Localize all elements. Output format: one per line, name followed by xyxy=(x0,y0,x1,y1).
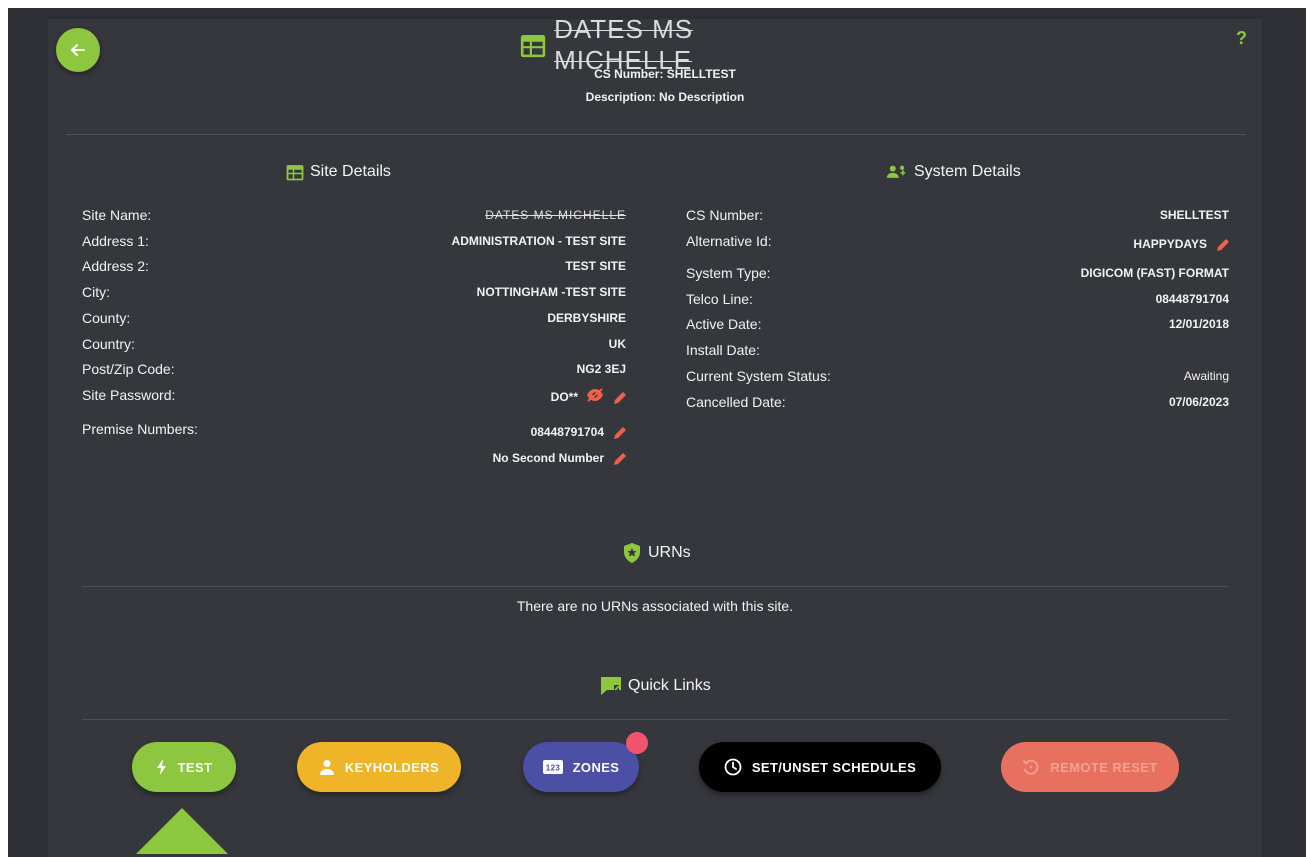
test-button[interactable]: TEST xyxy=(132,742,236,792)
description-subtitle: Description: No Description xyxy=(585,90,745,104)
shield-star-icon xyxy=(624,543,640,563)
eye-off-icon[interactable] xyxy=(586,388,604,405)
lightning-icon xyxy=(156,759,166,775)
site-detail-label: Address 2: xyxy=(82,258,149,274)
system-detail-value-text: HAPPYDAYS xyxy=(1133,237,1207,251)
system-detail-value: 08448791704 xyxy=(930,292,1229,306)
edit-pencil-icon[interactable] xyxy=(612,425,626,439)
site-detail-value-text: UK xyxy=(608,337,626,351)
schedules-button-label: SET/UNSET SCHEDULES xyxy=(751,759,917,775)
clock-icon xyxy=(724,758,742,776)
system-detail-value: 07/06/2023 xyxy=(930,395,1229,409)
site-detail-value-text: TEST SITE xyxy=(565,259,626,273)
quick-links-label: Quick Links xyxy=(628,677,711,694)
system-detail-value-text: 12/01/2018 xyxy=(1168,317,1229,331)
page-title: DATES MS MICHELLE xyxy=(520,14,820,75)
site-detail-value: 08448791704 xyxy=(330,425,626,439)
site-detail-label: Post/Zip Code: xyxy=(82,361,175,377)
site-detail-label: City: xyxy=(82,284,110,300)
test-button-label: TEST xyxy=(177,759,213,775)
system-details-label: System Details xyxy=(914,163,1021,180)
system-detail-value: Awaiting xyxy=(930,369,1229,383)
system-detail-label: Telco Line: xyxy=(686,291,753,307)
edit-pencil-icon[interactable] xyxy=(1215,237,1229,251)
site-detail-value: NG2 3EJ xyxy=(330,362,626,376)
site-detail-value: DERBYSHIRE xyxy=(330,311,626,325)
zones-button-label: ZONES xyxy=(572,759,620,775)
site-detail-value-text: NG2 3EJ xyxy=(576,362,626,376)
site-detail-value: DATES MS MICHELLE xyxy=(330,208,626,222)
site-detail-value: TEST SITE xyxy=(330,259,626,273)
second-number-value: No Second Number xyxy=(330,451,626,465)
second-number-text: No Second Number xyxy=(492,451,604,465)
system-detail-label: System Type: xyxy=(686,265,771,281)
site-detail-label: County: xyxy=(82,310,131,326)
keyholders-button-label: KEYHOLDERS xyxy=(344,759,440,775)
site-detail-value: DO** xyxy=(330,388,626,405)
site-detail-label: Site Name: xyxy=(82,207,152,223)
site-detail-value: ADMINISTRATION - TEST SITE xyxy=(330,234,626,248)
back-button[interactable] xyxy=(56,28,100,72)
system-detail-value-text: SHELLTEST xyxy=(1159,208,1229,222)
site-details-label: Site Details xyxy=(310,163,391,180)
site-detail-value: UK xyxy=(330,337,626,351)
site-details-heading: Site Details xyxy=(286,163,391,181)
system-detail-value-text: 08448791704 xyxy=(1155,292,1229,306)
arrow-left-icon xyxy=(71,44,85,56)
calendar-table-icon xyxy=(520,34,546,58)
cs-number-subtitle: CS Number: SHELLTEST xyxy=(594,67,736,81)
site-card xyxy=(48,19,1262,857)
edit-pencil-icon[interactable] xyxy=(612,451,626,465)
system-detail-value: HAPPYDAYS xyxy=(930,237,1229,251)
system-detail-label: CS Number: xyxy=(686,207,764,223)
quick-links-heading: Quick Links xyxy=(600,676,711,696)
system-detail-value-text: Awaiting xyxy=(1183,369,1229,383)
system-detail-value: 12/01/2018 xyxy=(930,317,1229,331)
site-detail-value-text: DERBYSHIRE xyxy=(547,311,626,325)
svg-text:123: 123 xyxy=(545,764,560,773)
edit-pencil-icon[interactable] xyxy=(612,390,626,404)
system-details-heading: System Details xyxy=(886,163,1021,181)
reset-icon xyxy=(1023,759,1039,775)
set-unset-schedules-button[interactable]: SET/UNSET SCHEDULES xyxy=(699,742,941,792)
site-detail-value: NOTTINGHAM -TEST SITE xyxy=(330,285,626,299)
site-detail-label: Site Password: xyxy=(82,387,176,403)
chat-link-icon xyxy=(601,677,621,695)
system-detail-value: SHELLTEST xyxy=(930,208,1229,222)
site-detail-value-text: NOTTINGHAM -TEST SITE xyxy=(476,285,626,299)
site-detail-value-text: ADMINISTRATION - TEST SITE xyxy=(451,234,626,248)
no-urns-message: There are no URNs associated with this s… xyxy=(516,598,794,614)
site-detail-label: Country: xyxy=(82,336,135,352)
system-detail-value-text: DIGICOM (FAST) FORMAT xyxy=(1080,266,1229,280)
quick-links-divider xyxy=(82,719,1229,720)
site-detail-value-text: 08448791704 xyxy=(530,425,604,439)
urns-heading: URNs xyxy=(622,542,691,564)
system-detail-value-text: 07/06/2023 xyxy=(1168,395,1229,409)
system-detail-value: DIGICOM (FAST) FORMAT xyxy=(930,266,1229,280)
calendar-table-icon xyxy=(286,165,304,181)
system-detail-label: Active Date: xyxy=(686,316,762,332)
help-icon[interactable]: ? xyxy=(1236,28,1247,49)
system-detail-label: Current System Status: xyxy=(686,368,831,384)
person-icon xyxy=(319,760,334,775)
zones-button[interactable]: 123 ZONES xyxy=(523,742,639,792)
highlight-arrow xyxy=(136,808,228,854)
remote-reset-button-label: REMOTE RESET xyxy=(1050,759,1158,775)
urns-divider xyxy=(82,586,1229,587)
remote-reset-button[interactable]: REMOTE RESET xyxy=(1001,742,1179,792)
header-divider xyxy=(66,134,1246,135)
site-detail-label: Premise Numbers: xyxy=(82,421,198,437)
site-detail-value-text: DATES MS MICHELLE xyxy=(485,208,626,222)
numbers-icon: 123 xyxy=(542,760,563,774)
urns-label: URNs xyxy=(648,544,691,561)
site-detail-value-text: DO** xyxy=(550,389,578,404)
system-users-icon xyxy=(886,165,906,178)
system-detail-label: Install Date: xyxy=(686,342,760,358)
system-detail-label: Alternative Id: xyxy=(686,233,772,249)
site-detail-label: Address 1: xyxy=(82,233,149,249)
system-detail-label: Cancelled Date: xyxy=(686,394,786,410)
keyholders-button[interactable]: KEYHOLDERS xyxy=(297,742,461,792)
zones-notification-badge xyxy=(626,732,648,754)
